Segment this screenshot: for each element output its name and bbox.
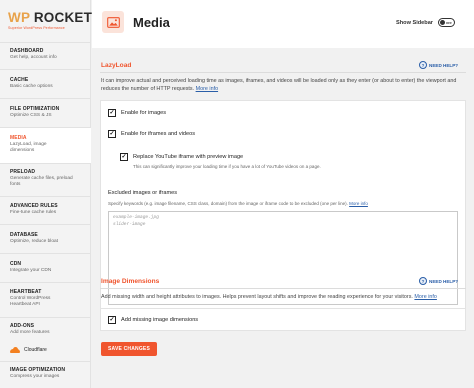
option-label: Add missing image dimensions [121, 317, 199, 323]
divider [0, 317, 91, 318]
page-header: Media Show Sidebar OFF [92, 0, 474, 48]
sidebar-item-subtitle: Control WordPress Heartbeat API [10, 296, 51, 307]
section-divider [100, 72, 466, 73]
divider [0, 69, 91, 70]
option-label: Enable for images [121, 110, 167, 116]
sidebar-item-title: MEDIA [10, 135, 27, 141]
sidebar-item-subtitle: Generate cache files, preload fonts [10, 176, 73, 187]
description-text: Add missing width and height attributes … [101, 294, 413, 300]
option-label: Replace YouTube iframe with preview imag… [133, 154, 244, 160]
enable-iframes-option[interactable]: ✓ Enable for iframes and videos [108, 130, 195, 138]
cloudflare-icon [10, 347, 20, 353]
save-changes-button[interactable]: SAVE CHANGES [101, 342, 157, 356]
sidebar-item-subtitle: Compress your images [10, 374, 60, 379]
sidebar-item-media[interactable]: MEDIA LazyLoad, image dimensions [0, 128, 91, 163]
need-help-label: NEED HELP? [429, 278, 459, 284]
excluded-help-text: Specify keywords (e.g. image filename, C… [108, 201, 368, 206]
toggle-state-label: OFF [446, 20, 452, 25]
help-icon: ? [419, 61, 427, 69]
enable-images-checkbox[interactable]: ✓ [108, 109, 116, 117]
add-missing-dimensions-checkbox[interactable]: ✓ [108, 316, 116, 324]
sidebar-item-add-ons[interactable]: ADD-ONS Add more features [0, 323, 91, 336]
excluded-textarea[interactable]: example-image.jpg slider-image [108, 211, 458, 305]
add-missing-dimensions-option[interactable]: ✓ Add missing image dimensions [108, 316, 198, 324]
divider [0, 98, 91, 99]
divider [0, 224, 91, 225]
divider [0, 253, 91, 254]
wp-rocket-logo[interactable]: WP ROCKET Superior WordPress Performance [8, 10, 92, 31]
sidebar-item-title: ADD-ONS [10, 323, 35, 329]
image-icon [102, 11, 124, 33]
logo-wp-text: WP [8, 10, 30, 25]
sidebar: WP ROCKET Superior WordPress Performance… [0, 0, 92, 388]
placeholder-line: slider-image [113, 221, 146, 227]
sidebar-item-image-optimization[interactable]: IMAGE OPTIMIZATION Compress your images [0, 367, 91, 380]
need-help-label: NEED HELP? [429, 62, 459, 68]
sidebar-item-title: FILE OPTIMIZATION [10, 106, 60, 112]
sidebar-item-title: CACHE [10, 77, 29, 83]
toggle-knob [440, 20, 445, 25]
main-content: LazyLoad ? NEED HELP? It can improve act… [92, 48, 474, 388]
dimensions-need-help-link[interactable]: ? NEED HELP? [419, 277, 458, 285]
sidebar-item-title: ADVANCED RULES [10, 203, 58, 209]
sidebar-item-label: Cloudflare [24, 347, 47, 353]
sidebar-item-subtitle: LazyLoad, image dimensions [10, 142, 47, 153]
help-icon: ? [419, 277, 427, 285]
show-sidebar-label: Show Sidebar [396, 20, 433, 26]
sidebar-item-file-optimization[interactable]: FILE OPTIMIZATION Optimize CSS & JS [0, 106, 91, 119]
logo-tagline: Superior WordPress Performance [8, 26, 65, 30]
help-text: Specify keywords (e.g. image filename, C… [108, 201, 348, 206]
dimensions-more-info-link[interactable]: More info [414, 294, 436, 300]
sidebar-item-advanced-rules[interactable]: ADVANCED RULES Fine-tune cache rules [0, 203, 91, 216]
sidebar-item-cdn[interactable]: CDN Integrate your CDN [0, 261, 91, 274]
divider [0, 282, 91, 283]
lazyload-description: It can improve actual and perceived load… [101, 77, 463, 93]
sidebar-item-heartbeat[interactable]: HEARTBEAT Control WordPress Heartbeat AP… [0, 289, 91, 308]
sidebar-item-title: DATABASE [10, 232, 38, 238]
section-divider [100, 288, 466, 289]
sidebar-item-dashboard[interactable]: DASHBOARD Get help, account info [0, 48, 91, 61]
option-label: Enable for iframes and videos [121, 131, 196, 137]
sidebar-item-subtitle: Optimize CSS & JS [10, 113, 52, 118]
sidebar-item-database[interactable]: DATABASE Optimize, reduce bloat [0, 232, 91, 245]
divider [0, 163, 91, 164]
image-dimensions-card: ✓ Add missing image dimensions [100, 308, 466, 331]
sidebar-item-title: IMAGE OPTIMIZATION [10, 367, 66, 373]
divider [0, 361, 91, 362]
enable-images-option[interactable]: ✓ Enable for images [108, 109, 166, 117]
sidebar-item-title: HEARTBEAT [10, 289, 42, 295]
page-title: Media [133, 15, 170, 30]
sidebar-item-subtitle: Get help, account info [10, 55, 57, 60]
sidebar-item-title: CDN [10, 261, 22, 267]
replace-youtube-description: This can significantly improve your load… [133, 164, 321, 169]
replace-youtube-option[interactable]: ✓ Replace YouTube iframe with preview im… [120, 153, 243, 161]
description-text: It can improve actual and perceived load… [101, 78, 457, 92]
sidebar-item-cloudflare[interactable]: Cloudflare [10, 347, 47, 353]
lazyload-more-info-link[interactable]: More info [196, 86, 218, 92]
image-dimensions-section-title: Image Dimensions [101, 278, 160, 285]
show-sidebar-toggle[interactable]: OFF [438, 18, 455, 27]
sidebar-item-subtitle: Optimize, reduce bloat [10, 239, 58, 244]
excluded-label: Excluded images or iframes [108, 190, 178, 196]
divider [0, 196, 91, 197]
excluded-more-info-link[interactable]: More info [349, 201, 368, 206]
enable-iframes-checkbox[interactable]: ✓ [108, 130, 116, 138]
sidebar-item-title: PRELOAD [10, 169, 36, 175]
replace-youtube-checkbox[interactable]: ✓ [120, 153, 128, 161]
sidebar-item-title: DASHBOARD [10, 48, 44, 54]
lazyload-section-title: LazyLoad [101, 62, 132, 69]
sidebar-item-cache[interactable]: CACHE Basic cache options [0, 77, 91, 90]
divider [0, 42, 91, 43]
image-dimensions-description: Add missing width and height attributes … [101, 293, 471, 301]
sidebar-item-subtitle: Integrate your CDN [10, 268, 52, 273]
sidebar-item-subtitle: Add more features [10, 330, 50, 335]
logo-rocket-text: ROCKET [33, 10, 93, 25]
lazyload-need-help-link[interactable]: ? NEED HELP? [419, 61, 458, 69]
sidebar-item-subtitle: Basic cache options [10, 84, 53, 89]
sidebar-item-preload[interactable]: PRELOAD Generate cache files, preload fo… [0, 169, 91, 188]
sidebar-item-subtitle: Fine-tune cache rules [10, 210, 57, 215]
